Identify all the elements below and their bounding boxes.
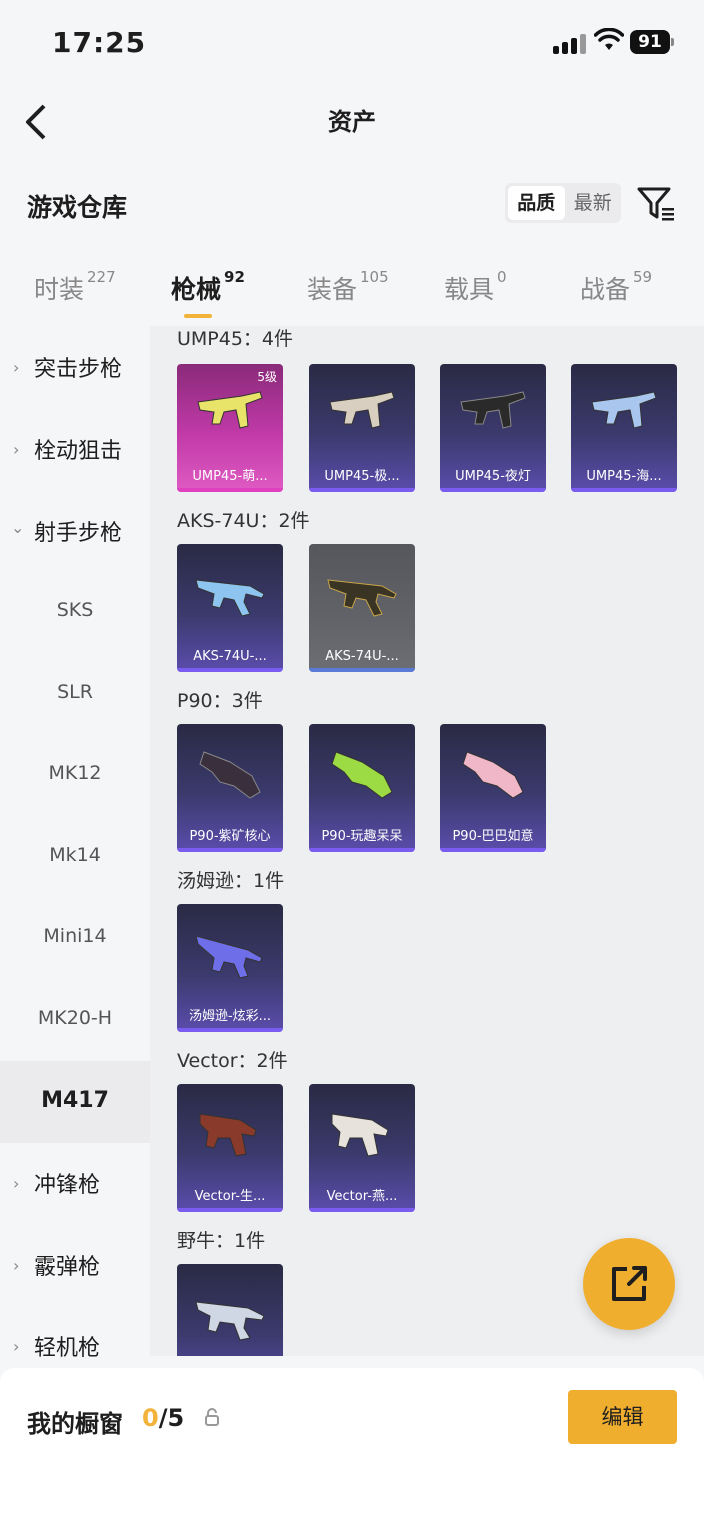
lock-icon: [205, 1408, 219, 1426]
weapon-card[interactable]: Vector-生...: [177, 1084, 283, 1212]
p90-icon: [331, 751, 393, 799]
active-tab-indicator: [184, 314, 212, 318]
smg-icon: [195, 1301, 265, 1341]
smg-icon: [591, 391, 657, 429]
section-header: 游戏仓库 品质 最新: [0, 168, 704, 240]
nav-bar: 资产: [0, 84, 704, 156]
showcase-count: 0/5: [142, 1404, 185, 1432]
weapon-sidebar: › 突击步枪 › 栓动狙击 ⌄ 射手步枪 SKS SLR MK12 Mk14 Mini…: [0, 326, 150, 1361]
smg-icon: [329, 391, 395, 429]
showcase-panel: 我的橱窗 0/5 编辑: [0, 1368, 704, 1523]
category-tabs: 时装 227 枪械 92 装备 105 载具 0 战备 59: [0, 262, 704, 324]
sidebar-item-bolt-sniper[interactable]: › 栓动狙击: [0, 408, 150, 490]
sidebar-item-mk20h[interactable]: MK20-H: [0, 979, 150, 1061]
smg-icon: [197, 391, 263, 429]
chevron-down-icon: ⌄: [11, 518, 25, 537]
rifle-icon: [195, 935, 263, 979]
sidebar-item-mk14[interactable]: Mk14: [0, 816, 150, 898]
sidebar-item-slr[interactable]: SLR: [0, 653, 150, 735]
tab-firearms[interactable]: 枪械 92: [171, 268, 245, 306]
sidebar-item-assault-rifle[interactable]: › 突击步枪: [0, 326, 150, 408]
weapon-card[interactable]: AKS-74U-...: [309, 544, 415, 672]
p90-icon: [462, 751, 524, 799]
weapon-card[interactable]: P90-巴巴如意: [440, 724, 546, 852]
chevron-right-icon: ›: [13, 440, 20, 459]
rifle-icon: [195, 579, 265, 617]
weapon-card[interactable]: [177, 1264, 283, 1356]
weapon-card[interactable]: 5级 UMP45-萌...: [177, 364, 283, 492]
sidebar-item-shotgun[interactable]: › 霰弹枪: [0, 1224, 150, 1306]
rifle-icon: [327, 579, 397, 617]
smg-icon: [331, 1113, 389, 1157]
chevron-right-icon: ›: [13, 358, 20, 377]
sidebar-item-sks[interactable]: SKS: [0, 571, 150, 653]
status-time: 17:25: [52, 26, 147, 59]
weapon-card[interactable]: Vector-燕...: [309, 1084, 415, 1212]
group-title-thompson: 汤姆逊：1件: [177, 870, 285, 892]
status-bar: 17:25 91: [0, 0, 704, 84]
sidebar-item-m417[interactable]: M417: [0, 1061, 150, 1143]
group-title-p90: P90：3件: [177, 690, 263, 712]
signal-icon: [553, 32, 587, 54]
wifi-icon: [594, 28, 624, 50]
tab-battle-prep[interactable]: 战备 59: [580, 268, 652, 306]
weapon-card[interactable]: P90-玩趣呆呆: [309, 724, 415, 852]
tab-vehicles[interactable]: 载具 0: [444, 268, 507, 306]
p90-icon: [199, 751, 261, 799]
edit-button[interactable]: 编辑: [568, 1390, 677, 1444]
share-icon: [612, 1266, 647, 1301]
tab-fashion[interactable]: 时装 227: [34, 268, 116, 306]
showcase-label: 我的橱窗: [27, 1410, 123, 1438]
group-title-ump45: UMP45：4件: [177, 328, 294, 350]
sort-toggle: 品质 最新: [505, 183, 621, 223]
sidebar-item-mini14[interactable]: Mini14: [0, 897, 150, 979]
chevron-right-icon: ›: [13, 1337, 20, 1356]
chevron-right-icon: ›: [13, 1256, 20, 1275]
sidebar-item-marksman-rifle[interactable]: ⌄ 射手步枪: [0, 490, 150, 572]
weapon-card[interactable]: UMP45-夜灯: [440, 364, 546, 492]
chevron-right-icon: ›: [13, 1174, 20, 1193]
weapon-grid: UMP45：4件 5级 UMP45-萌... UMP45-极... UMP45-…: [150, 326, 704, 1356]
weapon-card[interactable]: UMP45-极...: [309, 364, 415, 492]
weapon-card[interactable]: UMP45-海...: [571, 364, 677, 492]
weapon-card[interactable]: P90-紫矿核心: [177, 724, 283, 852]
group-title-vector: Vector：2件: [177, 1050, 288, 1072]
sort-quality-button[interactable]: 品质: [508, 186, 565, 220]
weapon-card[interactable]: 汤姆逊-炫彩...: [177, 904, 283, 1032]
filter-icon: [637, 187, 674, 221]
group-title-aks74u: AKS-74U：2件: [177, 510, 310, 532]
battery-level: 91: [630, 30, 670, 54]
smg-icon: [460, 391, 526, 429]
sidebar-item-mk12[interactable]: MK12: [0, 734, 150, 816]
sort-latest-button[interactable]: 最新: [565, 186, 622, 220]
weapon-card[interactable]: AKS-74U-...: [177, 544, 283, 672]
section-title: 游戏仓库: [27, 193, 128, 222]
page-title: 资产: [328, 108, 376, 136]
sidebar-item-smg[interactable]: › 冲锋枪: [0, 1142, 150, 1224]
group-title-bizon: 野牛：1件: [177, 1230, 266, 1252]
tab-equipment[interactable]: 装备 105: [307, 268, 389, 306]
battery-icon: 91: [630, 30, 674, 54]
filter-button[interactable]: [636, 184, 676, 224]
share-button[interactable]: [583, 1238, 675, 1330]
smg-icon: [199, 1113, 257, 1157]
